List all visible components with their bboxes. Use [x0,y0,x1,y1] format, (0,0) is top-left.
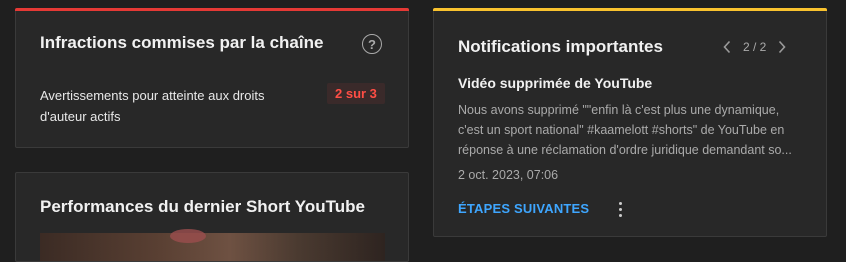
notifications-card: Notifications importantes 2 / 2 Vidéo su… [433,8,827,237]
performance-title: Performances du dernier Short YouTube [40,197,365,216]
notification-subtitle: Vidéo supprimée de YouTube [458,75,653,91]
last-short-performance-card: Performances du dernier Short YouTube [15,172,409,262]
infractions-accent-bar [15,8,409,11]
menu-dot [618,213,622,217]
chevron-right-icon[interactable] [771,39,793,55]
notifications-accent-bar [433,8,827,11]
thumbnail-detail [170,229,206,243]
notifications-title: Notifications importantes [458,37,663,56]
more-vert-icon[interactable] [612,199,628,219]
infractions-card: Infractions commises par la chaîne ? Ave… [15,8,409,148]
page-counter: 2 / 2 [743,40,767,54]
chevron-left-icon[interactable] [716,39,738,55]
menu-dot [618,201,622,205]
copyright-strikes-label: Avertissements pour atteinte aux droits … [40,88,265,124]
notification-pager: 2 / 2 [716,39,793,55]
help-circle-icon[interactable]: ? [362,34,382,54]
infractions-title: Infractions commises par la chaîne [40,33,324,52]
help-glyph: ? [368,36,376,52]
strike-count-badge: 2 sur 3 [327,83,385,104]
menu-dot [618,207,622,211]
notification-date: 2 oct. 2023, 07:06 [458,168,559,182]
notification-body: Nous avons supprimé ""enfin là c'est plu… [458,103,792,157]
next-steps-button[interactable]: ÉTAPES SUIVANTES [458,201,589,216]
